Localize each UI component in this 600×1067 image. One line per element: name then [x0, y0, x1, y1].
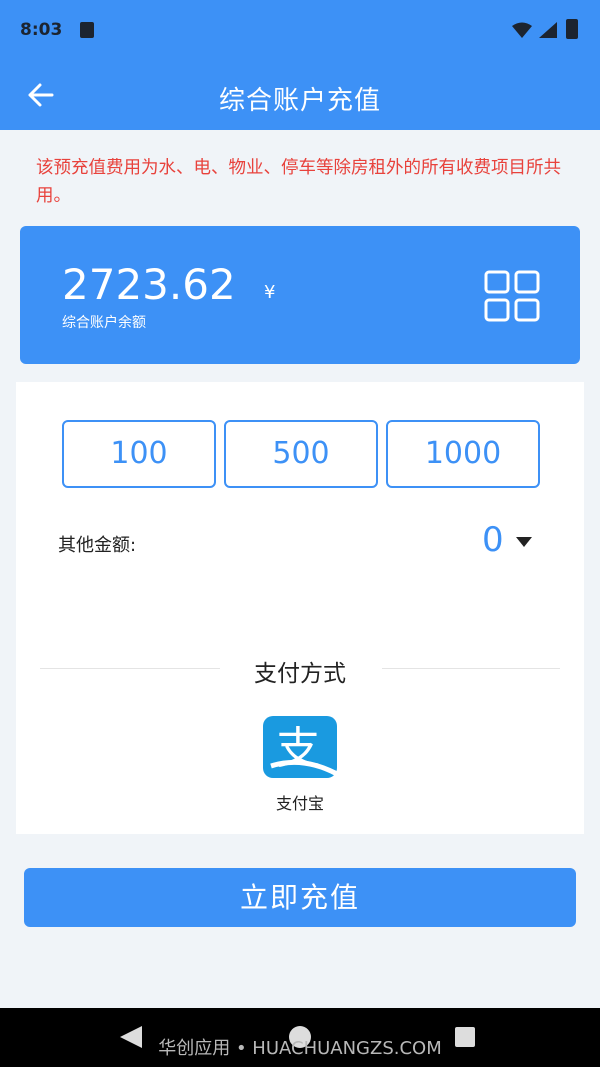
watermark-text: 华创应用 • HUACHUANGZS.COM — [158, 1038, 442, 1059]
payment-method-title: 支付方式 — [254, 661, 346, 687]
sd-card-icon — [80, 22, 94, 38]
notice-text: 该预充值费用为水、电、物业、停车等除房租外的所有收费项目所共用。 — [36, 158, 561, 206]
currency-unit: ¥ — [264, 282, 276, 303]
amount-option-500[interactable]: 500 — [224, 420, 378, 488]
recharge-panel: 100 500 1000 其他金额: 0 支付方式 支 支付宝 — [16, 382, 584, 834]
cellular-signal-icon — [539, 22, 557, 38]
balance-label: 综合账户余额 — [62, 315, 146, 331]
recharge-submit-button[interactable]: 立即充值 — [24, 868, 576, 927]
wifi-icon — [512, 22, 532, 38]
other-amount-input[interactable]: 0 — [482, 520, 504, 560]
other-amount-label: 其他金额: — [58, 535, 137, 556]
amount-option-1000[interactable]: 1000 — [386, 420, 540, 488]
alipay-label: 支付宝 — [275, 794, 324, 813]
dropdown-caret-icon[interactable] — [516, 537, 532, 547]
system-nav-bar: 华创应用 • HUACHUANGZS.COM — [0, 1008, 600, 1067]
status-bar: 8:03 — [0, 0, 600, 60]
grid-menu-icon[interactable] — [484, 270, 540, 322]
amount-option-100[interactable]: 100 — [62, 420, 216, 488]
battery-icon — [566, 19, 578, 39]
app-bar: 综合账户充值 — [0, 60, 600, 130]
balance-card: 2723.62 ¥ 综合账户余额 — [20, 226, 580, 364]
status-time: 8:03 — [20, 20, 63, 40]
page-title: 综合账户充值 — [218, 86, 381, 116]
alipay-icon[interactable]: 支 — [263, 716, 337, 778]
divider-right — [382, 668, 560, 669]
balance-amount: 2723.62 — [62, 260, 236, 309]
